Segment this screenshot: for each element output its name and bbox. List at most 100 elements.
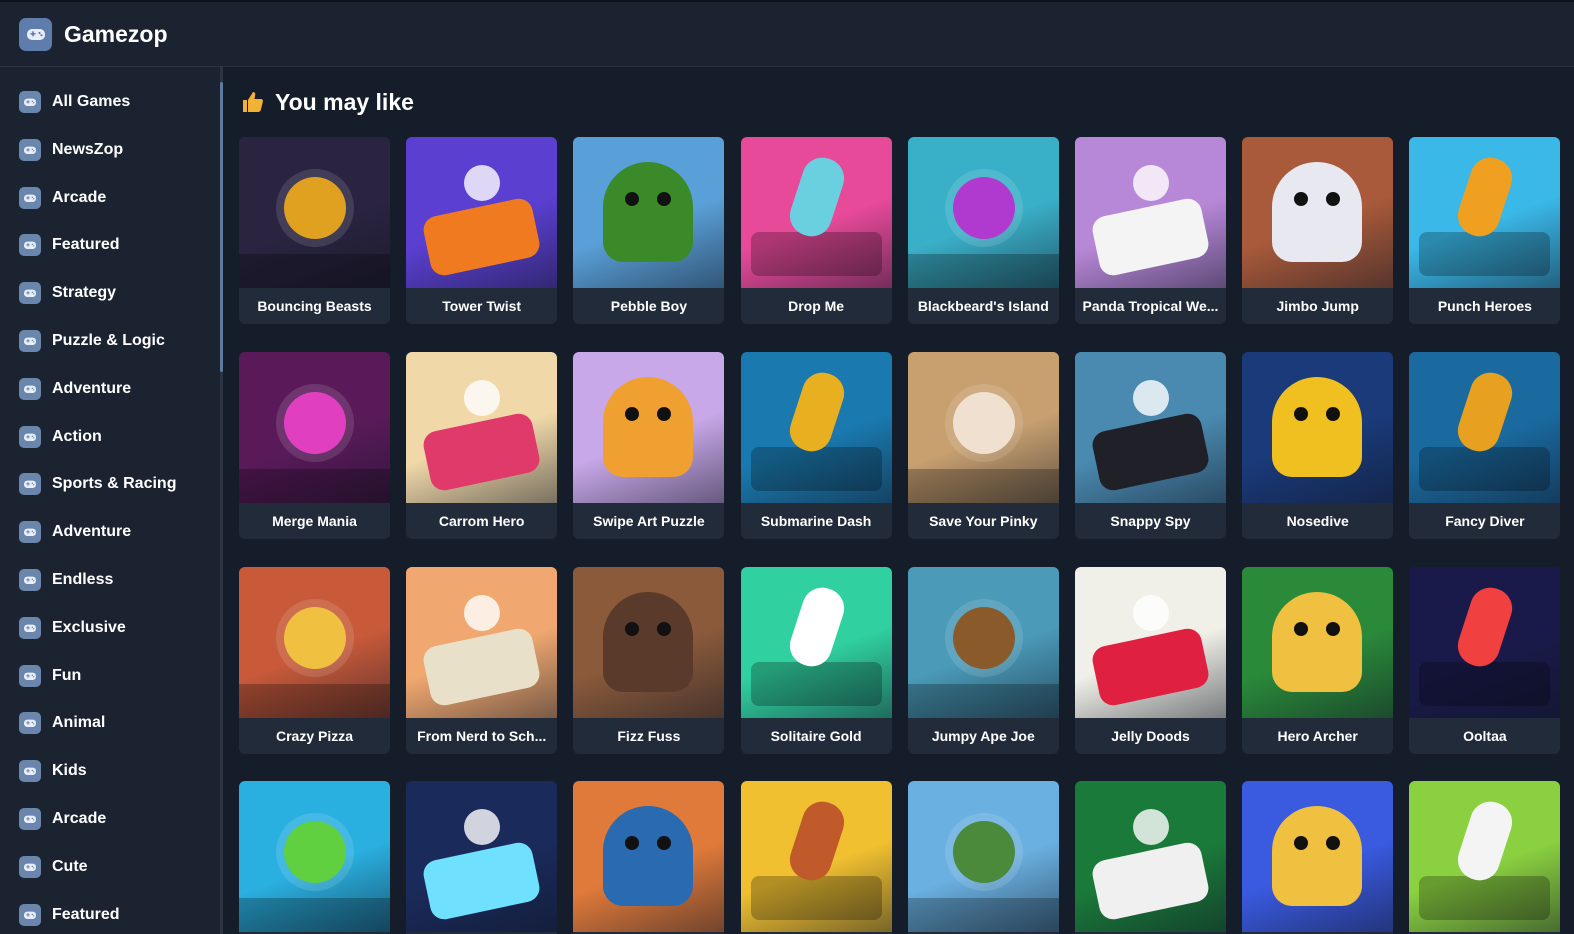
sidebar: All Games NewsZop Arcade Featured Strategy Pu… <box>0 67 220 934</box>
game-thumbnail[interactable] <box>406 137 558 288</box>
game-thumbnail[interactable] <box>907 566 1059 718</box>
game-thumbnail[interactable] <box>1242 566 1394 718</box>
game-card[interactable]: Pebble Boy <box>573 137 725 324</box>
game-card[interactable]: Merge Mania <box>239 351 390 539</box>
game-card[interactable] <box>1075 781 1226 934</box>
sidebar-item[interactable]: Cute <box>0 847 220 887</box>
game-card[interactable]: Carrom Hero <box>406 351 558 539</box>
game-thumbnail[interactable] <box>1075 137 1226 288</box>
sidebar-item[interactable]: Arcade <box>0 178 220 218</box>
sidebar-item-label: Sports & Racing <box>52 475 177 493</box>
gamepad-logo-icon[interactable] <box>19 17 52 51</box>
game-thumbnail[interactable] <box>1409 566 1561 718</box>
game-title: Snappy Spy <box>1110 512 1191 529</box>
game-thumbnail[interactable] <box>1409 781 1561 933</box>
game-title: Panda Tropical We... <box>1082 298 1219 314</box>
sidebar-item[interactable]: Puzzle & Logic <box>0 321 220 361</box>
game-card[interactable]: Submarine Dash <box>740 351 892 539</box>
sidebar-item[interactable]: NewsZop <box>0 130 220 170</box>
game-thumbnail[interactable] <box>406 781 558 933</box>
game-card[interactable]: Punch Heroes <box>1409 137 1561 324</box>
game-thumbnail[interactable] <box>406 351 558 503</box>
game-card[interactable] <box>740 781 892 934</box>
game-card[interactable]: Ooltaa <box>1409 566 1561 754</box>
game-card[interactable]: Drop Me <box>740 137 892 324</box>
category-icon <box>19 569 41 591</box>
game-thumbnail[interactable] <box>406 566 558 718</box>
game-card[interactable] <box>406 781 558 934</box>
main-content: You may like Bouncing Beasts Tower Twist P… <box>223 67 1574 934</box>
sidebar-item[interactable]: Adventure <box>0 369 220 409</box>
game-thumbnail[interactable] <box>1242 781 1394 933</box>
game-thumbnail[interactable] <box>1075 781 1226 933</box>
game-card[interactable]: Crazy Pizza <box>239 566 390 754</box>
game-thumbnail[interactable] <box>1242 351 1394 503</box>
game-thumbnail[interactable] <box>239 351 390 503</box>
game-card[interactable]: Nosedive <box>1242 351 1394 539</box>
game-card[interactable]: Swipe Art Puzzle <box>573 351 725 539</box>
sidebar-item[interactable]: Sports & Racing <box>0 464 220 504</box>
sidebar-item[interactable]: Kids <box>0 751 220 791</box>
game-thumbnail[interactable] <box>239 781 390 933</box>
sidebar-item[interactable]: Action <box>0 417 220 457</box>
game-card[interactable]: Snappy Spy <box>1075 351 1226 539</box>
category-icon <box>19 377 41 400</box>
game-thumbnail[interactable] <box>1242 137 1394 288</box>
sidebar-item[interactable]: Animal <box>0 703 220 743</box>
game-thumbnail[interactable] <box>573 566 725 718</box>
game-thumbnail[interactable] <box>1075 566 1226 718</box>
sidebar-item[interactable]: Adventure <box>0 512 220 552</box>
sidebar-item[interactable]: Featured <box>0 895 220 934</box>
game-thumbnail[interactable] <box>907 781 1059 933</box>
game-title: Ooltaa <box>1463 727 1507 744</box>
game-card[interactable]: Tower Twist <box>406 137 558 324</box>
game-card[interactable]: Bouncing Beasts <box>239 137 390 324</box>
category-icon <box>19 808 41 830</box>
game-thumbnail[interactable] <box>907 137 1059 288</box>
game-card[interactable]: Jumpy Ape Joe <box>907 566 1059 754</box>
game-thumbnail[interactable] <box>740 351 892 503</box>
game-thumbnail[interactable] <box>1409 351 1561 503</box>
sidebar-item[interactable]: Featured <box>0 225 220 265</box>
game-title: Swipe Art Puzzle <box>593 512 705 529</box>
game-card[interactable] <box>907 781 1059 934</box>
game-thumbnail[interactable] <box>740 781 892 933</box>
game-card[interactable]: Fizz Fuss <box>573 566 725 754</box>
game-card[interactable]: Jelly Doods <box>1075 566 1226 754</box>
game-card[interactable]: Blackbeard's Island <box>907 137 1059 324</box>
game-thumbnail[interactable] <box>239 137 390 288</box>
game-thumbnail[interactable] <box>573 137 725 288</box>
game-thumbnail[interactable] <box>239 566 390 718</box>
sidebar-item[interactable]: Endless <box>0 560 220 600</box>
game-thumbnail[interactable] <box>1409 137 1561 288</box>
game-title: Carrom Hero <box>438 512 525 529</box>
game-card[interactable]: From Nerd to Sch... <box>406 566 558 754</box>
game-card[interactable]: Fancy Diver <box>1409 351 1561 539</box>
sidebar-item[interactable]: Exclusive <box>0 608 220 648</box>
game-card[interactable] <box>1409 781 1561 934</box>
game-thumbnail[interactable] <box>740 137 892 288</box>
sidebar-item[interactable]: All Games <box>0 82 220 122</box>
game-card[interactable]: Jimbo Jump <box>1242 137 1394 324</box>
game-thumbnail[interactable] <box>573 351 725 503</box>
game-title: Blackbeard's Island <box>917 298 1049 314</box>
game-thumbnail[interactable] <box>740 566 892 718</box>
game-title: Jumpy Ape Joe <box>931 727 1035 744</box>
game-card[interactable]: Solitaire Gold <box>740 566 892 754</box>
game-card[interactable] <box>1242 781 1394 934</box>
sidebar-item-label: Endless <box>52 571 114 588</box>
sidebar-item[interactable]: Fun <box>0 656 220 696</box>
sidebar-item[interactable]: Strategy <box>0 273 220 313</box>
game-thumbnail[interactable] <box>573 781 725 933</box>
game-thumbnail[interactable] <box>907 351 1059 503</box>
game-card[interactable]: Save Your Pinky <box>907 351 1059 539</box>
sidebar-item[interactable]: Arcade <box>0 799 220 839</box>
game-card[interactable] <box>239 781 390 934</box>
game-title: Save Your Pinky <box>929 512 1038 529</box>
app-title[interactable]: Gamezop <box>64 21 168 48</box>
category-icon <box>19 282 41 305</box>
game-card[interactable]: Panda Tropical We... <box>1075 137 1226 324</box>
game-card[interactable] <box>573 781 725 934</box>
game-thumbnail[interactable] <box>1075 351 1226 503</box>
game-card[interactable]: Hero Archer <box>1242 566 1394 754</box>
